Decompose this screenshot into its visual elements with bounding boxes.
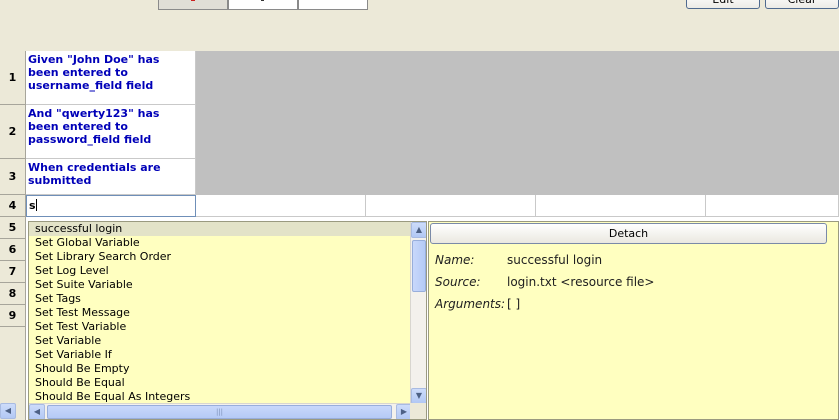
edit-button[interactable]: Edit [686, 0, 760, 9]
clear-button[interactable]: Clear [765, 0, 839, 9]
autocomplete-item[interactable]: Set Global Variable [29, 236, 426, 250]
detail-arguments-value: [ ] [507, 297, 521, 311]
toolbar: Edit Clear [0, 0, 839, 50]
scroll-down-icon[interactable]: ▼ [411, 388, 426, 404]
row-header[interactable]: 6 [0, 239, 26, 261]
row-header[interactable]: 5 [0, 217, 26, 239]
grid-cell[interactable] [366, 195, 536, 217]
detail-name-value: successful login [507, 253, 603, 267]
row-header[interactable]: 8 [0, 283, 26, 305]
autocomplete-list: successful login Set Global Variable Set… [29, 222, 426, 404]
autocomplete-item[interactable]: Set Tags [29, 292, 426, 306]
grid-cell[interactable] [536, 195, 706, 217]
grid-cell[interactable] [706, 195, 839, 217]
text-caret [35, 199, 37, 211]
scroll-left-icon[interactable]: ◀ [29, 404, 45, 419]
row-header[interactable]: 1 [0, 51, 26, 105]
autocomplete-item[interactable]: Set Suite Variable [29, 278, 426, 292]
vertical-scroll-thumb[interactable] [412, 240, 426, 292]
autocomplete-item[interactable]: Should Be Equal [29, 376, 426, 390]
autocomplete-item[interactable]: Set Variable If [29, 348, 426, 362]
keyword-details-panel: Detach Name: successful login Source: lo… [428, 221, 839, 420]
autocomplete-item[interactable]: Set Test Variable [29, 320, 426, 334]
detail-source-value: login.txt <resource file> [507, 275, 655, 289]
row-header[interactable]: 7 [0, 261, 26, 283]
toolbar-tab-3[interactable] [298, 0, 368, 10]
grid-scroll-left-icon[interactable]: ◀ [0, 403, 16, 419]
scroll-up-icon[interactable]: ▲ [411, 222, 426, 238]
autocomplete-item-selected[interactable]: successful login [29, 222, 426, 236]
autocomplete-item[interactable]: Set Variable [29, 334, 426, 348]
cell-editor-input[interactable]: s [26, 195, 196, 217]
row-header[interactable]: 4 [0, 195, 26, 217]
detach-button[interactable]: Detach [430, 223, 827, 244]
autocomplete-item[interactable]: Set Library Search Order [29, 250, 426, 264]
autocomplete-item[interactable]: Should Be Equal As Integers [29, 390, 426, 404]
autocomplete-item[interactable]: Set Test Message [29, 306, 426, 320]
scrollbar-corner [410, 403, 426, 419]
autocomplete-popup[interactable]: successful login Set Global Variable Set… [28, 221, 427, 420]
row-header[interactable]: 2 [0, 105, 26, 159]
horizontal-scroll-thumb[interactable]: ||| [47, 405, 392, 419]
row-header[interactable]: 9 [0, 305, 26, 327]
toolbar-tab-2[interactable] [228, 0, 298, 10]
step-cell[interactable]: And "qwerty123" has been entered to pass… [26, 105, 196, 159]
tab-marker-icon [191, 0, 195, 1]
grid-disabled-area [196, 51, 839, 195]
autocomplete-item[interactable]: Set Log Level [29, 264, 426, 278]
toolbar-tab-1[interactable] [158, 0, 228, 10]
detail-name-label: Name: [435, 253, 475, 267]
step-cell[interactable]: Given "John Doe" has been entered to use… [26, 51, 196, 105]
horizontal-scrollbar[interactable]: ◀ ||| ▶ [29, 403, 412, 419]
detail-arguments-label: Arguments: [435, 297, 506, 311]
vertical-scrollbar[interactable]: ▲ ▼ [410, 222, 426, 404]
tab-marker-icon [261, 0, 264, 1]
step-cell[interactable]: When credentials are submitted [26, 159, 196, 195]
detail-source-label: Source: [435, 275, 481, 289]
autocomplete-item[interactable]: Should Be Empty [29, 362, 426, 376]
grid-cell[interactable] [196, 195, 366, 217]
row-header[interactable]: 3 [0, 159, 26, 195]
